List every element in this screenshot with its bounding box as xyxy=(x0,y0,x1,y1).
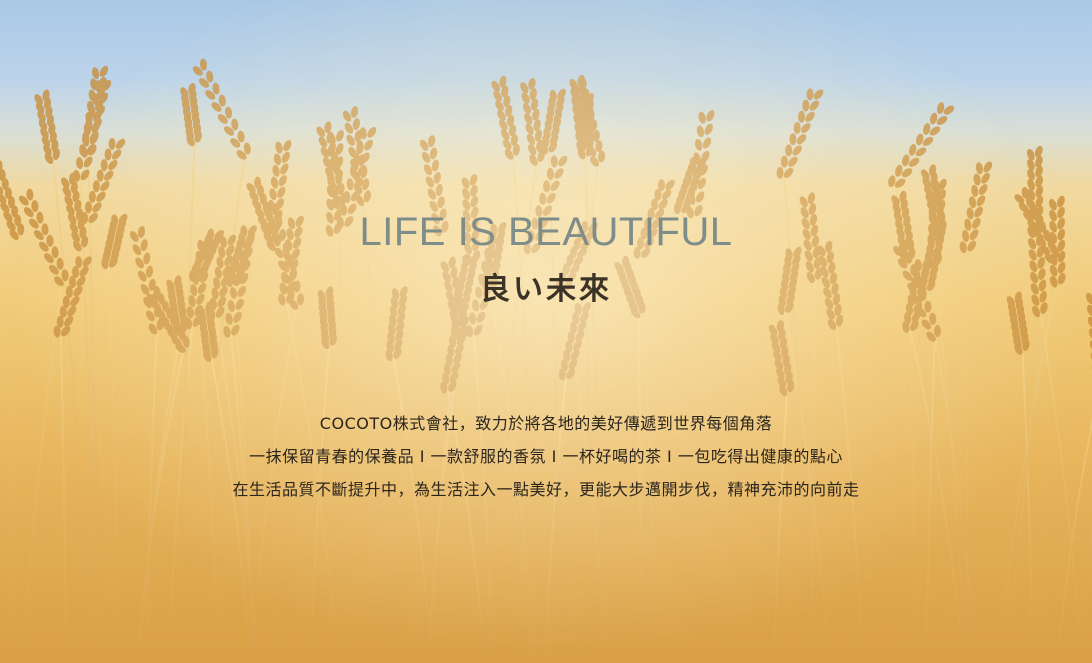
hero-description: COCOTO株式會社，致力於將各地的美好傳遞到世界每個角落 一抹保留青春的保養品… xyxy=(0,407,1092,506)
hero-title-japanese: 良い未來 xyxy=(480,272,612,307)
hero-content: LIFE IS BEAUTIFUL 良い未來 COCOTO株式會社，致力於將各地… xyxy=(0,0,1092,663)
hero-title-english: LIFE IS BEAUTIFUL xyxy=(359,210,733,254)
description-line: COCOTO株式會社，致力於將各地的美好傳遞到世界每個角落 xyxy=(319,414,773,433)
hero-banner: LIFE IS BEAUTIFUL 良い未來 COCOTO株式會社，致力於將各地… xyxy=(0,0,1092,663)
description-line: 一抹保留青春的保養品 I 一款舒服的香氛 I 一杯好喝的茶 I 一包吃得出健康的… xyxy=(249,447,843,466)
description-line: 在生活品質不斷提升中，為生活注入一點美好，更能大步邁開步伐，精神充沛的向前走 xyxy=(232,480,860,499)
